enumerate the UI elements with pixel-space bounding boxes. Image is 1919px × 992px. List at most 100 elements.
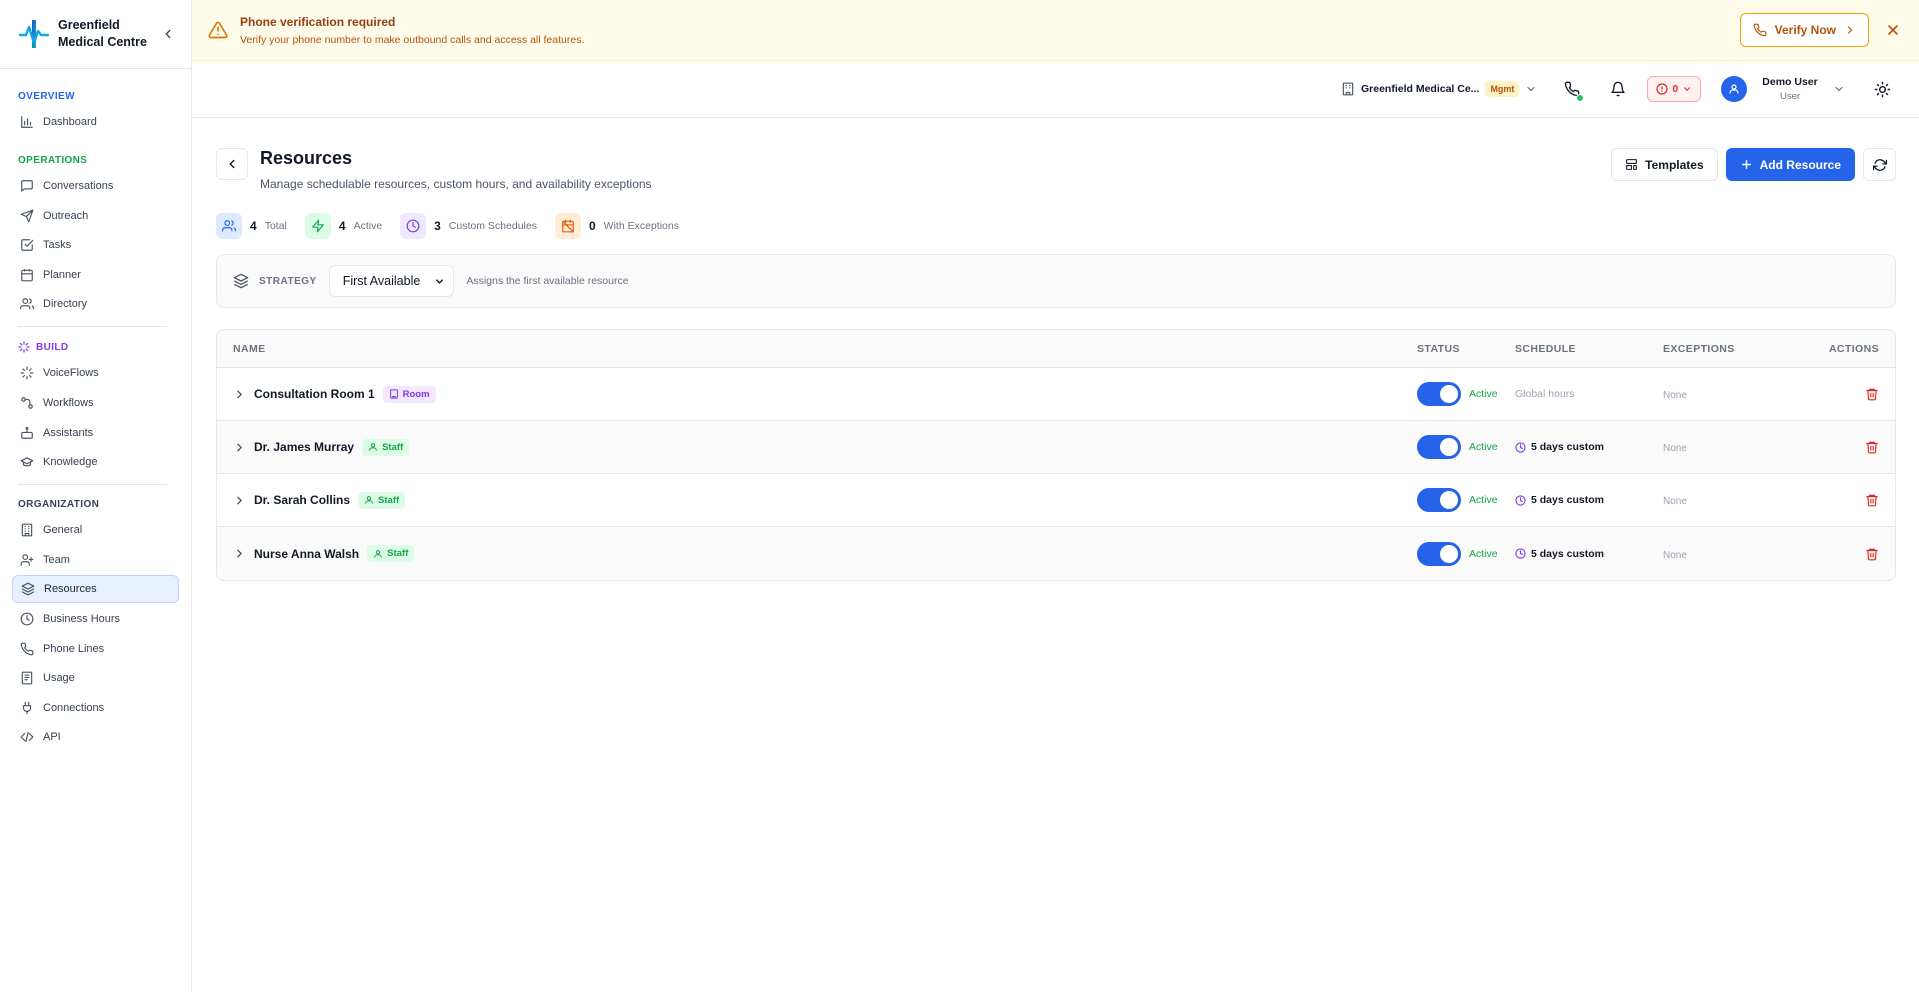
page-header: Resources Manage schedulable resources, … xyxy=(216,148,1896,191)
resource-type-badge: Staff xyxy=(367,545,415,562)
layers-icon xyxy=(21,582,35,596)
sidebar-item-label: Knowledge xyxy=(43,456,98,469)
main-content: Resources Manage schedulable resources, … xyxy=(216,118,1896,581)
table-row[interactable]: Dr. Sarah Collins Staff Active 5 days cu… xyxy=(217,474,1895,527)
clock-icon xyxy=(400,213,427,239)
sidebar-item-connections[interactable]: Connections xyxy=(12,694,179,722)
resource-type-badge: Staff xyxy=(358,491,406,509)
chevron-right-icon[interactable] xyxy=(233,547,246,560)
sidebar-item-dashboard[interactable]: Dashboard xyxy=(12,108,179,136)
refresh-button[interactable] xyxy=(1863,148,1896,181)
user-icon xyxy=(365,496,373,504)
active-toggle[interactable] xyxy=(1417,435,1461,459)
sidebar-item-usage[interactable]: Usage xyxy=(12,664,179,692)
trash-icon[interactable] xyxy=(1865,387,1879,401)
nav-group-organization: ORGANIZATION xyxy=(18,499,100,511)
exceptions-text: None xyxy=(1663,390,1687,401)
org-switcher[interactable]: Greenfield Medical Ce... Mgmt xyxy=(1335,81,1543,97)
resource-name: Dr. James Murray xyxy=(254,440,355,454)
schedule-text: 5 days custom xyxy=(1531,494,1604,506)
templates-label: Templates xyxy=(1645,157,1704,172)
sidebar-item-label: Assistants xyxy=(43,426,94,439)
phone-status-button[interactable] xyxy=(1555,72,1589,106)
sidebar-item-tasks[interactable]: Tasks xyxy=(12,231,179,259)
page-title: Resources xyxy=(260,148,353,168)
chevron-down-icon xyxy=(1527,86,1536,92)
collapse-sidebar-icon[interactable] xyxy=(161,27,175,41)
active-toggle[interactable] xyxy=(1417,541,1461,566)
sidebar-item-outreach[interactable]: Outreach xyxy=(12,202,179,230)
banner-message: Verify your phone number to make outboun… xyxy=(240,33,585,46)
strategy-label: STRATEGY xyxy=(259,275,317,287)
sidebar-item-directory[interactable]: Directory xyxy=(12,290,179,318)
clock-icon xyxy=(1515,548,1526,559)
nav-group-overview: OVERVIEW xyxy=(18,91,75,102)
sidebar-item-voiceflows[interactable]: VoiceFlows xyxy=(12,359,179,387)
sidebar-item-label: Team xyxy=(43,553,70,566)
plug-icon xyxy=(22,701,32,715)
sidebar-item-general[interactable]: General xyxy=(12,516,179,544)
active-toggle[interactable] xyxy=(1417,382,1461,406)
stat-label: Active xyxy=(353,220,383,232)
stat-value: 0 xyxy=(588,219,596,233)
sidebar-item-label: API xyxy=(43,731,61,744)
trash-icon[interactable] xyxy=(1865,493,1879,507)
trash-icon[interactable] xyxy=(1865,440,1879,454)
strategy-panel: STRATEGY First Available Assigns the fir… xyxy=(216,254,1896,308)
column-header-name[interactable]: NAME xyxy=(217,343,1417,355)
stat-with-exceptions: 0 With Exceptions xyxy=(554,213,679,239)
alerts-dropdown[interactable]: 0 xyxy=(1647,76,1701,102)
sidebar-item-planner[interactable]: Planner xyxy=(12,261,179,289)
table-row[interactable]: Dr. James Murray Staff Active 5 days cus… xyxy=(217,421,1895,474)
column-header-exceptions[interactable]: EXCEPTIONS xyxy=(1663,343,1789,355)
column-header-schedule[interactable]: SCHEDULE xyxy=(1515,343,1663,355)
sidebar-item-label: Planner xyxy=(43,268,81,281)
sidebar-item-assistants[interactable]: Assistants xyxy=(12,419,179,447)
sidebar-item-label: Resources xyxy=(44,583,97,596)
table-row[interactable]: Nurse Anna Walsh Staff Active 5 days cus… xyxy=(217,527,1895,580)
sidebar-item-resources[interactable]: Resources xyxy=(12,575,179,604)
sidebar-item-phone-lines[interactable]: Phone Lines xyxy=(12,635,179,663)
sidebar-item-label: Phone Lines xyxy=(43,642,105,655)
exceptions-text: None xyxy=(1663,443,1687,454)
resources-table: NAME STATUS SCHEDULE EXCEPTIONS ACTIONS … xyxy=(216,329,1896,581)
notifications-button[interactable] xyxy=(1601,72,1635,106)
sidebar-item-workflows[interactable]: Workflows xyxy=(12,389,179,417)
back-button[interactable] xyxy=(216,148,248,180)
checkbox-icon xyxy=(21,239,34,252)
sidebar-item-api[interactable]: API xyxy=(12,723,179,751)
active-toggle[interactable] xyxy=(1417,488,1461,512)
status-text: Active xyxy=(1469,388,1498,400)
table-row[interactable]: Consultation Room 1 Room Active Global h… xyxy=(217,368,1895,421)
chevron-right-icon[interactable] xyxy=(233,441,246,454)
sidebar-item-business-hours[interactable]: Business Hours xyxy=(12,605,179,633)
verify-now-button[interactable]: Verify Now xyxy=(1739,13,1869,47)
resource-type-label: Staff xyxy=(378,494,400,506)
phone-verification-banner: Phone verification required Verify your … xyxy=(192,0,1919,61)
add-resource-button[interactable]: Add Resource xyxy=(1725,148,1855,181)
nav-group-build-label: BUILD xyxy=(36,341,69,353)
sidebar-item-knowledge[interactable]: Knowledge xyxy=(12,448,179,476)
strategy-select[interactable]: First Available xyxy=(328,265,455,297)
brand-logo-icon xyxy=(18,20,50,48)
sidebar-item-conversations[interactable]: Conversations xyxy=(12,172,179,200)
templates-button[interactable]: Templates xyxy=(1611,148,1718,181)
sidebar-item-label: Business Hours xyxy=(43,612,121,625)
chevron-right-icon[interactable] xyxy=(233,494,246,507)
stat-label: Total xyxy=(264,220,287,232)
close-icon[interactable] xyxy=(1885,22,1901,38)
trash-icon[interactable] xyxy=(1865,547,1879,561)
user-menu[interactable]: Demo User User xyxy=(1713,76,1853,102)
sidebar-item-label: Dashboard xyxy=(43,116,97,128)
graduation-cap-icon xyxy=(20,457,34,467)
nav-group-build: BUILD xyxy=(12,335,179,359)
users-icon xyxy=(20,298,34,310)
chevron-right-icon[interactable] xyxy=(233,388,246,401)
column-header-status[interactable]: STATUS xyxy=(1417,343,1515,355)
sidebar-item-team[interactable]: Team xyxy=(12,546,179,574)
theme-toggle-button[interactable] xyxy=(1865,72,1899,106)
resource-name: Consultation Room 1 xyxy=(254,387,375,401)
stat-total: 4 Total xyxy=(216,213,287,239)
resource-type-label: Room xyxy=(402,388,430,400)
bar-chart-icon xyxy=(21,116,33,128)
